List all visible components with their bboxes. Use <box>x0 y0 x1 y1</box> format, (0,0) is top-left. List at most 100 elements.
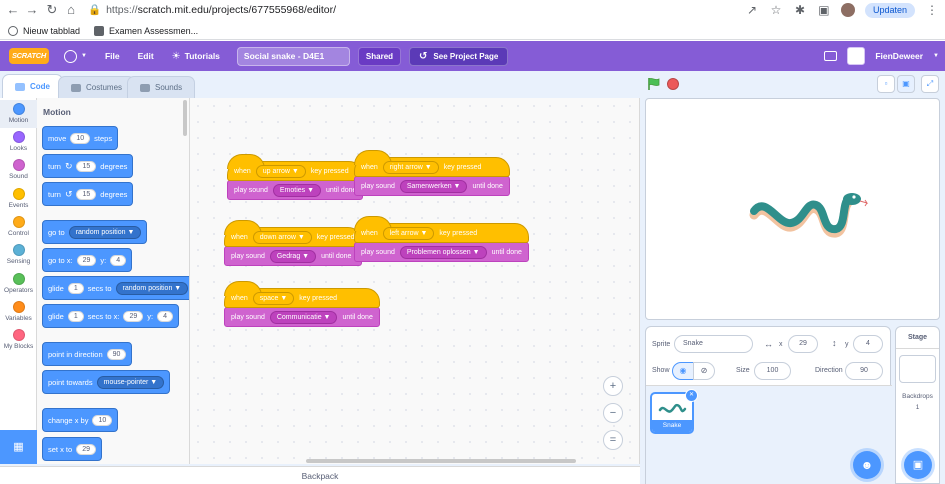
play-sound-block[interactable]: play sound Communicatie ▼ until done <box>224 307 380 327</box>
eye-icon[interactable]: ◉ <box>672 362 694 380</box>
more-vert-icon[interactable]: ⋮ <box>925 3 939 17</box>
key-dropdown[interactable]: right arrow ▼ <box>382 160 439 174</box>
language-menu[interactable]: ▼ <box>55 41 96 71</box>
sound-dropdown[interactable]: Communicatie ▼ <box>269 310 338 324</box>
category-sensing[interactable]: Sensing <box>0 243 37 271</box>
sound-dropdown[interactable]: Problemen oplossen ▼ <box>399 245 487 259</box>
key-dropdown[interactable]: down arrow ▼ <box>252 230 312 244</box>
block-go-to-xy[interactable]: go to x: 29 y: 4 <box>42 248 133 272</box>
sound-dropdown[interactable]: Gedrag ▼ <box>269 249 317 263</box>
play-sound-block[interactable]: play sound Gedrag ▼ until done <box>224 246 362 266</box>
script-area-scrollbar[interactable] <box>306 459 576 463</box>
script-down-arrow[interactable]: when down arrow ▼ key pressed play sound Ge… <box>224 220 362 266</box>
glide-dropdown[interactable]: random position ▼ <box>115 281 189 295</box>
fullscreen-icon[interactable]: ⤢ <box>921 75 939 93</box>
sound-dropdown[interactable]: Samenwerken ▼ <box>399 179 468 193</box>
when-key-pressed-block[interactable]: when up arrow ▼ key pressed <box>227 154 364 181</box>
play-sound-block[interactable]: play sound Samenwerken ▼ until done <box>354 176 510 196</box>
y-input[interactable]: 4 <box>157 310 173 322</box>
when-key-pressed-block[interactable]: when left arrow ▼ key pressed <box>354 216 529 243</box>
project-title-input[interactable]: Social snake - D4E1 <box>236 46 350 66</box>
block-move-steps[interactable]: move 10 steps <box>42 126 119 150</box>
key-dropdown[interactable]: left arrow ▼ <box>382 226 435 240</box>
arrow-right-icon[interactable]: → <box>25 3 39 17</box>
profile-avatar[interactable] <box>840 3 855 17</box>
x-input[interactable]: 29 <box>76 254 97 266</box>
direction-input[interactable]: 90 <box>106 348 127 360</box>
username[interactable]: FienDeweer <box>875 51 923 61</box>
sound-dropdown[interactable]: Emoties ▼ <box>272 183 322 197</box>
small-stage-button[interactable]: ▫ <box>877 75 895 93</box>
change-x-input[interactable]: 10 <box>92 414 113 426</box>
bookmark-new-tab[interactable]: Nieuw tabblad <box>8 25 80 36</box>
secs-input[interactable]: 1 <box>67 282 84 294</box>
tab-sounds[interactable]: Sounds <box>127 76 196 98</box>
y-input[interactable]: 4 <box>110 254 127 266</box>
category-operators[interactable]: Operators <box>0 272 37 300</box>
play-sound-block[interactable]: play sound Problemen oplossen ▼ until done <box>354 242 529 262</box>
stage-thumbnail[interactable] <box>899 355 936 383</box>
set-x-input[interactable]: 29 <box>76 443 96 455</box>
tutorials-menu[interactable]: ☀ Tutorials <box>163 41 229 71</box>
when-key-pressed-block[interactable]: when right arrow ▼ key pressed <box>354 150 510 177</box>
steps-input[interactable]: 10 <box>70 132 91 144</box>
block-set-x[interactable]: set x to 29 <box>42 437 102 461</box>
category-control[interactable]: Control <box>0 215 37 243</box>
goto-dropdown[interactable]: random position ▼ <box>68 225 142 239</box>
address-bar[interactable]: 🔒 https://scratch.mit.edu/projects/677555… <box>88 2 816 18</box>
edit-menu[interactable]: Edit <box>129 41 163 71</box>
block-turn-left[interactable]: turn ↺ 15 degrees <box>42 182 134 206</box>
scratch-logo[interactable]: SCRATCH <box>9 48 49 64</box>
stop-icon[interactable] <box>667 78 679 90</box>
block-point-towards[interactable]: point towards mouse-pointer ▼ <box>42 370 171 394</box>
block-change-x[interactable]: change x by 10 <box>42 408 119 432</box>
script-area[interactable]: when up arrow ▼ key pressed play sound Emot… <box>190 98 640 464</box>
file-menu[interactable]: File <box>96 41 129 71</box>
side-panel-icon[interactable]: ▣ <box>817 3 831 17</box>
user-avatar[interactable] <box>847 47 866 65</box>
stage-selector[interactable]: Stage Backdrops 1 ▣ <box>895 326 940 484</box>
key-dropdown[interactable]: up arrow ▼ <box>255 164 306 178</box>
towards-dropdown[interactable]: mouse-pointer ▼ <box>96 375 165 389</box>
update-button[interactable]: Updaten <box>864 2 915 18</box>
tab-code[interactable]: Code <box>2 74 63 98</box>
palette-scrollbar[interactable] <box>183 100 187 136</box>
arrow-left-icon[interactable]: ← <box>6 3 20 17</box>
backpack-bar[interactable]: Backpack <box>0 466 640 484</box>
category-sound[interactable]: Sound <box>0 158 37 186</box>
chevron-down-icon[interactable]: ▼ <box>933 53 939 59</box>
block-point-in-direction[interactable]: point in direction 90 <box>42 342 133 366</box>
degrees-input[interactable]: 15 <box>76 188 97 200</box>
see-project-page-button[interactable]: ↺ See Project Page <box>409 46 509 66</box>
when-key-pressed-block[interactable]: when down arrow ▼ key pressed <box>224 220 362 247</box>
direction-input[interactable]: 90 <box>845 362 883 380</box>
x-position-input[interactable]: 29 <box>788 335 818 353</box>
block-turn-right[interactable]: turn ↻ 15 degrees <box>42 154 134 178</box>
block-glide-to[interactable]: glide 1 secs to random position ▼ <box>42 276 189 300</box>
degrees-input[interactable]: 15 <box>76 160 97 172</box>
add-backdrop-button[interactable]: ▣ <box>904 451 932 479</box>
folder-icon[interactable] <box>824 51 838 61</box>
eye-off-icon[interactable]: ⊘ <box>693 362 715 380</box>
category-motion[interactable]: Motion <box>0 100 37 128</box>
category-events[interactable]: Events <box>0 187 37 215</box>
category-variables[interactable]: Variables <box>0 300 37 328</box>
play-sound-block[interactable]: play sound Emoties ▼ until done <box>227 180 364 200</box>
script-space[interactable]: when space ▼ key pressed play sound Communi… <box>224 281 380 327</box>
category-my-blocks[interactable]: My Blocks <box>0 328 37 356</box>
extensions-icon[interactable]: ✱ <box>793 3 807 17</box>
y-position-input[interactable]: 4 <box>853 335 883 353</box>
size-input[interactable]: 100 <box>754 362 791 380</box>
normal-stage-button[interactable]: ▣ <box>897 75 915 93</box>
home-icon[interactable]: ⌂ <box>64 3 78 17</box>
shared-button[interactable]: Shared <box>357 46 402 66</box>
add-sprite-button[interactable]: ☻ <box>853 451 881 479</box>
block-glide-xy[interactable]: glide 1 secs to x: 29 y: 4 <box>42 304 179 328</box>
trash-icon[interactable]: ✕ <box>685 389 698 402</box>
star-icon[interactable]: ☆ <box>769 3 783 17</box>
tab-costumes[interactable]: Costumes <box>58 76 136 98</box>
reload-icon[interactable]: ↻ <box>45 3 59 17</box>
share-icon[interactable]: ↗ <box>745 3 759 17</box>
script-left-arrow[interactable]: when left arrow ▼ key pressed play sound Pr… <box>354 216 529 262</box>
secs-input[interactable]: 1 <box>67 310 84 322</box>
